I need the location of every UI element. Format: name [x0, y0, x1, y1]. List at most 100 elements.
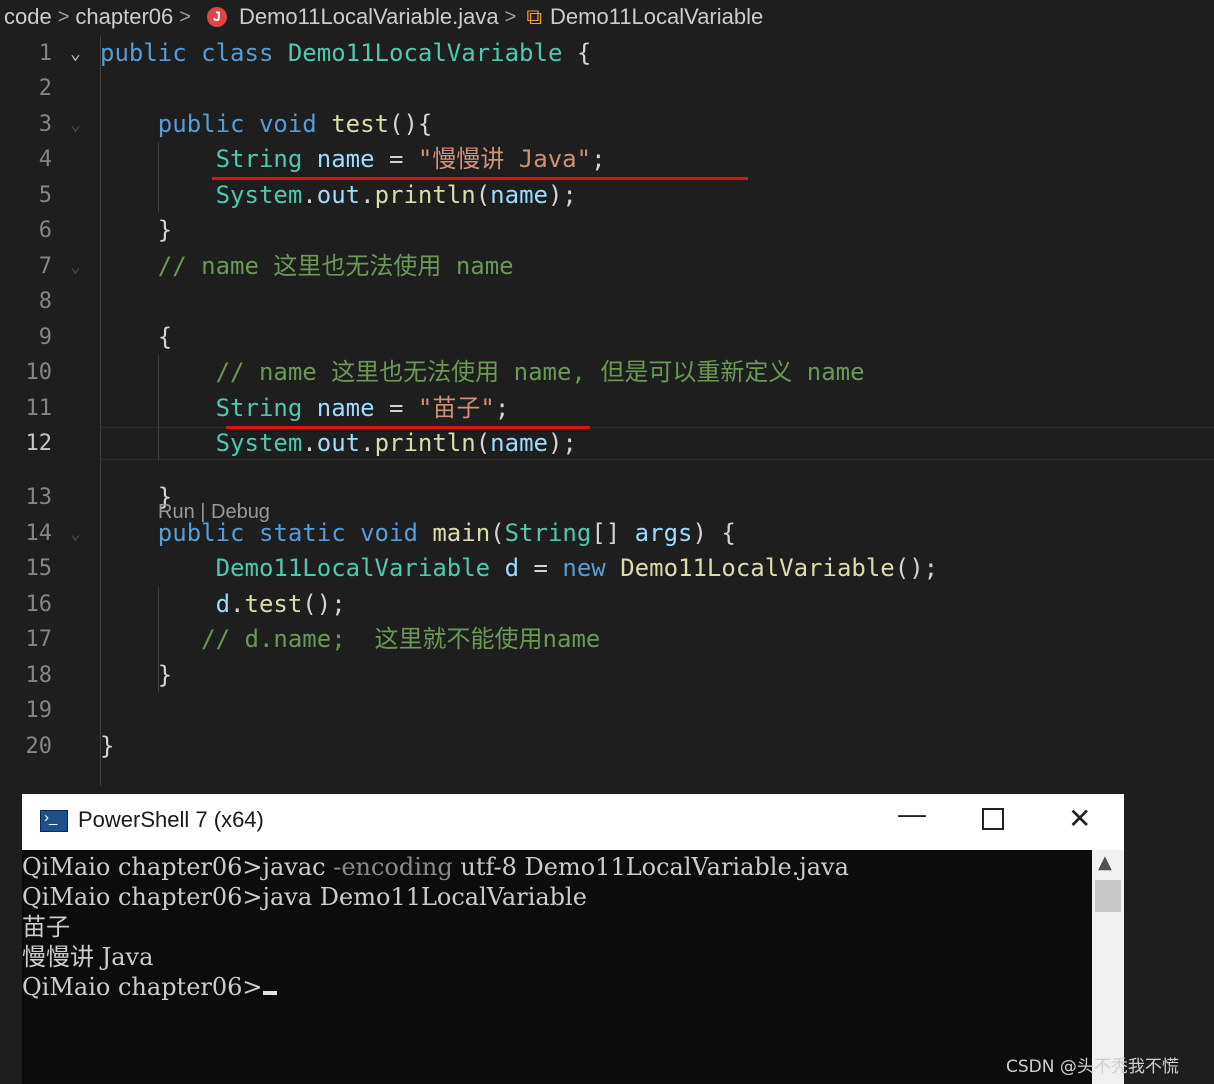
code-line[interactable]: 8: [0, 284, 1214, 319]
code-line[interactable]: 20}: [0, 729, 1214, 764]
chevron-right-icon: >: [57, 5, 70, 28]
code-token: println: [374, 429, 476, 457]
code-token: main: [432, 519, 491, 547]
code-token: System: [215, 181, 303, 209]
code-line[interactable]: 1 ⌄ public class Demo11LocalVariable {: [0, 36, 1214, 71]
code-line[interactable]: 5 System.out.println(name);: [0, 178, 1214, 213]
code-token: }: [100, 216, 173, 244]
window-titlebar[interactable]: PowerShell 7 (x64) — ✕: [22, 794, 1124, 850]
line-number: 16: [25, 592, 53, 617]
code-line[interactable]: 16 d.test();: [0, 587, 1214, 622]
terminal-rest: 苗子: [22, 913, 70, 941]
breadcrumb-item-class[interactable]: Demo11LocalVariable: [550, 4, 763, 30]
code-token: ;: [494, 394, 510, 422]
code-token: System: [215, 429, 303, 457]
code-line[interactable]: 10 // name 这里也无法使用 name, 但是可以重新定义 name: [0, 355, 1214, 390]
code-token: =: [374, 145, 418, 173]
terminal-line: QiMaio chapter06>: [22, 972, 1090, 1002]
window-title: PowerShell 7 (x64): [78, 807, 264, 832]
red-underline-annotation: [226, 426, 590, 429]
code-line[interactable]: 15 Demo11LocalVariable d = new Demo11Loc…: [0, 551, 1214, 586]
code-token: );: [547, 429, 577, 457]
code-token: String: [215, 145, 303, 173]
scroll-thumb[interactable]: [1095, 880, 1121, 912]
code-text: System.out.println(name);: [100, 426, 577, 461]
breadcrumb-item-folder[interactable]: chapter06: [75, 4, 173, 30]
breadcrumb: code > chapter06 > Demo11LocalVariable.j…: [0, 0, 1214, 34]
line-number: 13: [25, 485, 53, 510]
code-line[interactable]: 3 ⌄ public void test(){: [0, 107, 1214, 142]
code-token: "苗子": [417, 394, 495, 422]
code-token: .: [302, 181, 317, 209]
code-text: String name = "苗子";: [100, 391, 510, 426]
code-line[interactable]: 4 String name = "慢慢讲 Java";: [0, 142, 1214, 177]
code-editor[interactable]: 1 ⌄ public class Demo11LocalVariable {2 3 ⌄ …: [0, 36, 1214, 796]
fold-chevron-icon[interactable]: ⌄: [70, 36, 90, 71]
code-token: ();: [302, 590, 346, 618]
line-number: 1: [38, 41, 52, 66]
code-token: Demo11LocalVariable: [287, 39, 563, 67]
indent-guide: [158, 587, 159, 692]
line-number: 18: [25, 663, 53, 688]
line-number: 2: [38, 76, 52, 101]
minimize-icon[interactable]: —: [898, 798, 926, 830]
code-line[interactable]: 11 String name = "苗子";: [0, 391, 1214, 426]
code-token: void: [258, 110, 317, 138]
close-icon[interactable]: ✕: [1068, 802, 1091, 835]
code-line[interactable]: 2: [0, 71, 1214, 106]
code-line[interactable]: 7 ⌄ // name 这里也无法使用 name: [0, 249, 1214, 284]
fold-chevron-icon[interactable]: ⌄: [70, 516, 90, 551]
code-text: // name 这里也无法使用 name, 但是可以重新定义 name: [100, 355, 865, 390]
code-line[interactable]: 9 {: [0, 320, 1214, 355]
code-token: {: [562, 39, 592, 67]
code-token: d: [504, 554, 520, 582]
code-line[interactable]: 19: [0, 693, 1214, 728]
code-line[interactable]: 12 System.out.println(name);: [0, 426, 1214, 461]
red-underline-annotation: [212, 177, 748, 180]
code-token: .: [360, 181, 375, 209]
terminal-output[interactable]: QiMaio chapter06>javac -encoding utf-8 D…: [22, 852, 1090, 1002]
code-token: }: [100, 661, 173, 689]
indent-guide: [158, 142, 159, 212]
code-token: // d.name; 这里就不能使用name: [201, 625, 601, 653]
terminal-light: -encoding: [325, 853, 453, 881]
terminal-line: QiMaio chapter06>javac -encoding utf-8 D…: [22, 852, 1090, 882]
code-line[interactable]: 6 }: [0, 213, 1214, 248]
code-token: .: [360, 429, 375, 457]
code-line[interactable]: 17 // d.name; 这里就不能使用name: [0, 622, 1214, 657]
terminal-scrollbar[interactable]: ▲: [1092, 850, 1124, 1084]
powershell-window[interactable]: PowerShell 7 (x64) — ✕ QiMaio chapter06>…: [22, 794, 1124, 1084]
scroll-up-icon[interactable]: ▲: [1098, 852, 1112, 873]
code-token: name: [316, 394, 375, 422]
powershell-icon: [40, 809, 68, 832]
code-text: // name 这里也无法使用 name: [100, 249, 514, 284]
line-number: 11: [25, 396, 53, 421]
code-line[interactable]: 18 }: [0, 658, 1214, 693]
line-number: 7: [38, 254, 52, 279]
terminal-prompt: QiMaio chapter06>: [22, 973, 263, 1001]
code-token: }: [100, 732, 115, 760]
codelens-run-debug[interactable]: Run | Debug: [158, 501, 270, 524]
breadcrumb-item-code[interactable]: code: [4, 4, 52, 30]
code-token: (: [490, 519, 505, 547]
code-text: System.out.println(name);: [100, 178, 577, 213]
class-symbol-icon: ⧉: [526, 4, 543, 29]
maximize-icon[interactable]: [982, 802, 1004, 837]
code-token: =: [374, 394, 418, 422]
breadcrumb-item-file[interactable]: Demo11LocalVariable.java: [239, 4, 499, 30]
code-token: void: [360, 519, 418, 547]
fold-chevron-icon[interactable]: ⌄: [70, 249, 90, 284]
terminal-cursor: [262, 991, 277, 995]
code-token: String: [215, 394, 303, 422]
line-number: 10: [25, 360, 53, 385]
fold-chevron-icon[interactable]: ⌄: [70, 107, 90, 142]
code-token: name: [490, 429, 548, 457]
line-number: 17: [25, 627, 53, 652]
